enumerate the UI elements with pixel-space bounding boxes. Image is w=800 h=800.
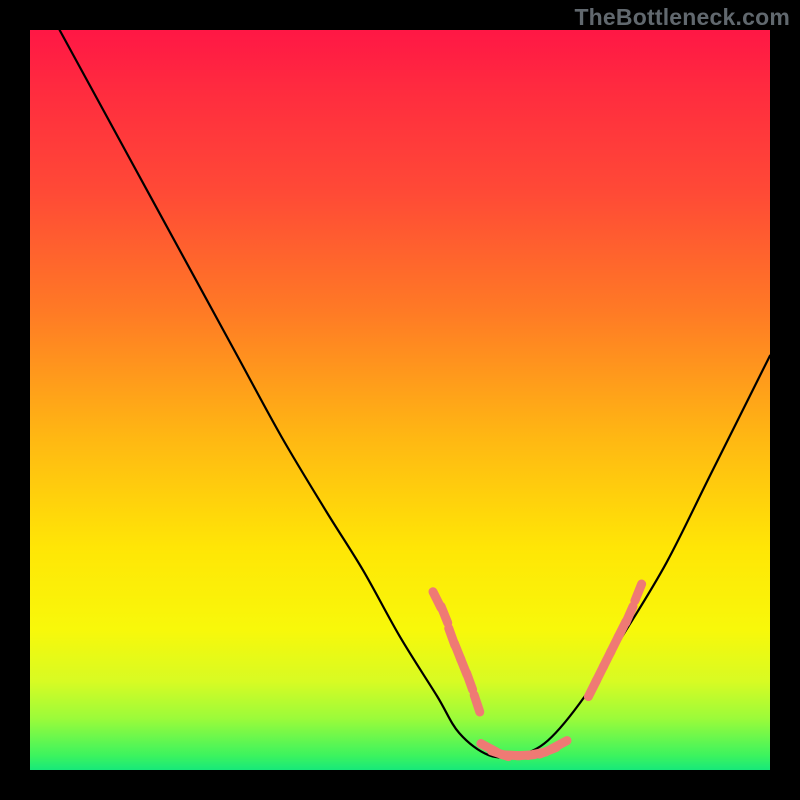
bottleneck-curve xyxy=(60,30,770,758)
highlight-dashes-left-dash xyxy=(441,606,448,623)
watermark-label: TheBottleneck.com xyxy=(574,4,790,31)
chart-frame: TheBottleneck.com xyxy=(0,0,800,800)
highlight-dashes-right-dash xyxy=(635,584,642,601)
curve-layer xyxy=(30,30,770,770)
plot-area xyxy=(30,30,770,770)
highlight-dashes-bottom-dash xyxy=(551,741,567,749)
highlight-dashes-left-dash xyxy=(467,673,473,690)
highlight-markers xyxy=(433,584,642,757)
highlight-dashes-left-dash xyxy=(474,695,480,712)
